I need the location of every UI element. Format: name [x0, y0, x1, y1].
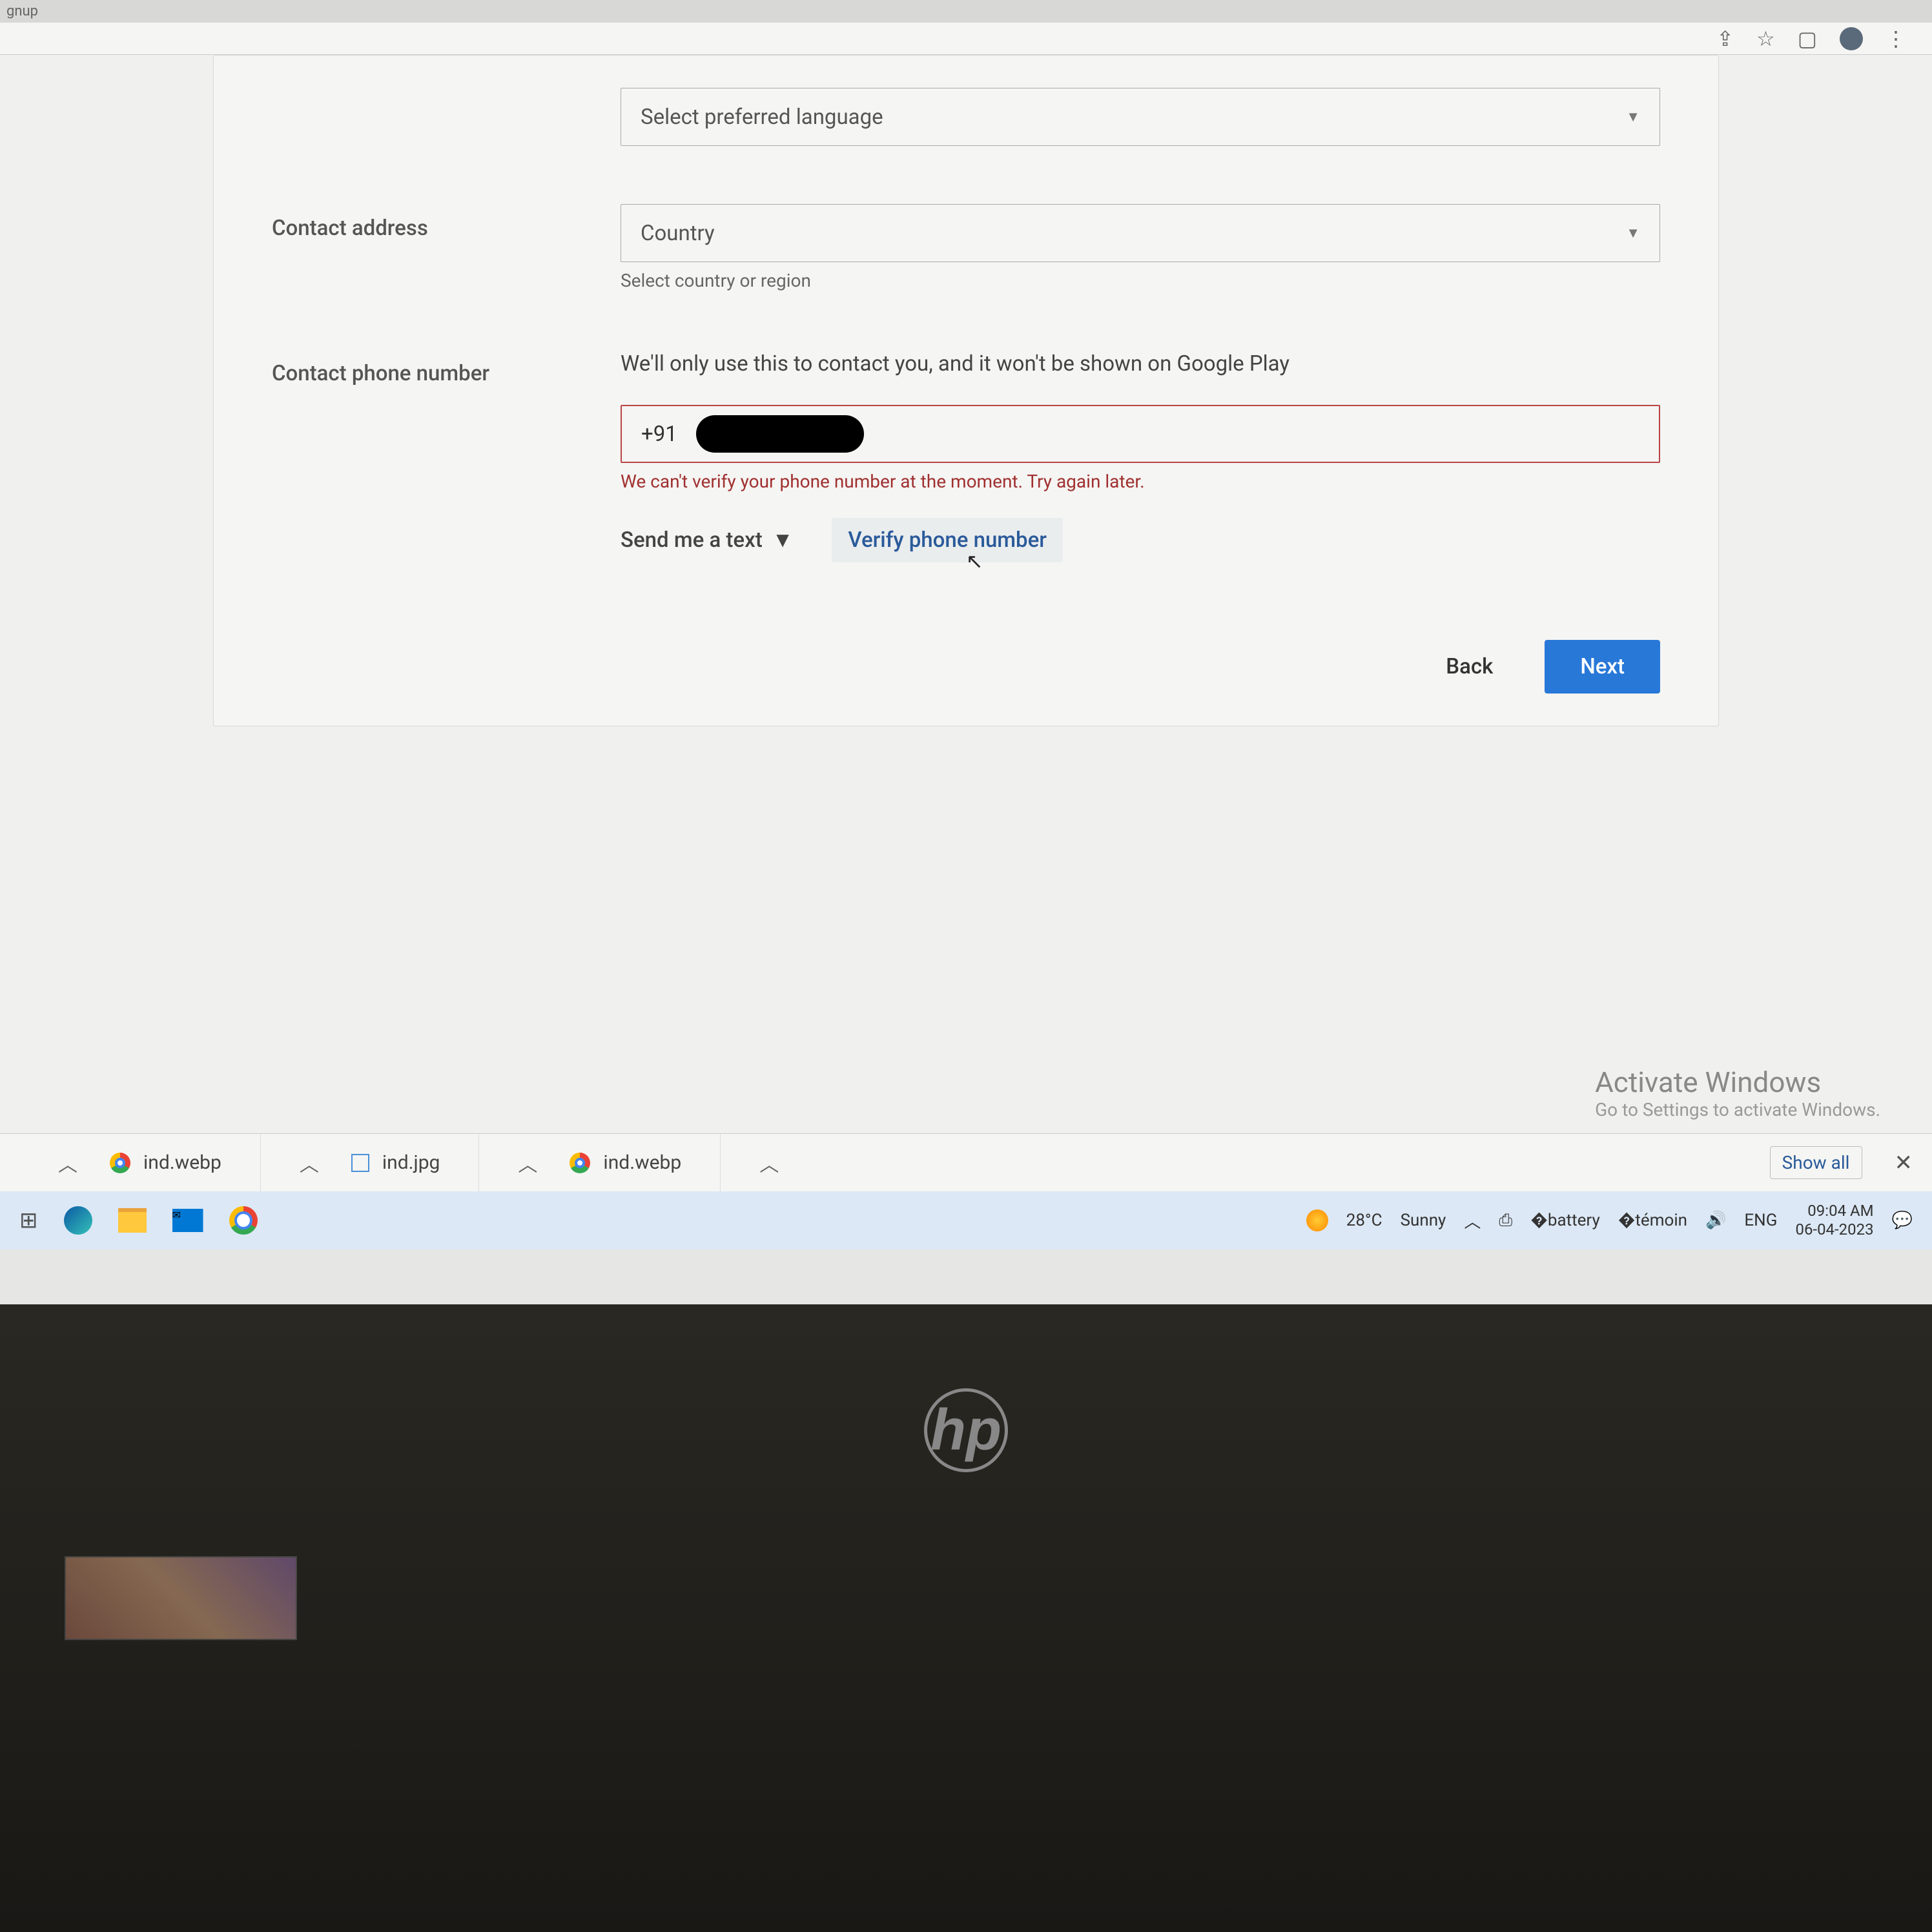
windows-watermark: Activate Windows Go to Settings to activ… [1595, 1065, 1880, 1120]
language-row: Select preferred language ▼ [272, 88, 1660, 146]
taskbar-right: 28°C Sunny ︿ ⎙ �battery �témoin 🔊 ENG 09… [1306, 1202, 1913, 1239]
share-icon[interactable]: ⇪ [1716, 26, 1734, 51]
phone-error: We can't verify your phone number at the… [621, 471, 1660, 492]
verify-row: Send me a text ▼ Verify phone number ↖ [621, 518, 1660, 562]
phone-value: +91 [641, 422, 677, 447]
caret-down-icon: ▼ [1626, 108, 1640, 125]
language-indicator[interactable]: ENG [1744, 1211, 1777, 1230]
download-chevron[interactable]: ︿ [721, 1134, 837, 1191]
volume-icon[interactable]: 🔊 [1705, 1211, 1726, 1230]
battery-icon[interactable]: �battery [1530, 1211, 1600, 1230]
language-placeholder: Select preferred language [641, 105, 883, 130]
send-method-dropdown[interactable]: Send me a text ▼ [621, 528, 793, 553]
chevron-up-icon[interactable]: ︿ [518, 1149, 557, 1177]
phone-input[interactable]: +91 [621, 405, 1660, 463]
tab-fragment: gnup [6, 3, 38, 19]
redacted-number [696, 415, 864, 453]
verify-phone-button[interactable]: Verify phone number ↖ [832, 518, 1063, 562]
next-button[interactable]: Next [1545, 640, 1660, 694]
download-item[interactable]: ︿ ind.webp [19, 1134, 261, 1191]
laptop-bezel: hp [0, 1304, 1932, 1932]
browser-toolbar: ⇪ ☆ ▢ ⋮ [0, 23, 1932, 55]
phone-label: Contact phone number [272, 349, 621, 562]
weather-icon [1306, 1209, 1328, 1231]
notifications-icon[interactable]: 💬 [1892, 1211, 1913, 1230]
language-select[interactable]: Select preferred language ▼ [621, 88, 1660, 146]
weather-cond[interactable]: Sunny [1401, 1211, 1446, 1230]
signup-card: Select preferred language ▼ Contact addr… [213, 55, 1719, 726]
watermark-title: Activate Windows [1595, 1065, 1880, 1099]
page-content: Select preferred language ▼ Contact addr… [0, 55, 1932, 1133]
download-filename: ind.webp [603, 1151, 681, 1174]
caret-down-icon: ▼ [1626, 225, 1640, 242]
chrome-icon[interactable] [229, 1206, 258, 1235]
verify-label: Verify phone number [848, 528, 1047, 553]
chrome-icon [110, 1153, 130, 1173]
date: 06-04-2023 [1795, 1220, 1873, 1239]
close-icon[interactable]: ✕ [1895, 1150, 1913, 1176]
browser-tab-strip: gnup [0, 0, 1932, 23]
download-item[interactable]: ︿ ind.jpg [261, 1134, 480, 1191]
laptop-sticker [65, 1556, 297, 1640]
show-all-button[interactable]: Show all [1770, 1146, 1862, 1179]
chevron-up-icon[interactable]: ︿ [300, 1149, 338, 1177]
menu-icon[interactable]: ⋮ [1886, 26, 1906, 51]
send-method-label: Send me a text [621, 528, 763, 553]
country-select[interactable]: Country ▼ [621, 204, 1660, 262]
wifi-icon[interactable]: �témoin [1618, 1211, 1687, 1230]
screen: gnup ⇪ ☆ ▢ ⋮ Select preferred language ▼… [0, 0, 1932, 1304]
clock[interactable]: 09:04 AM 06-04-2023 [1795, 1202, 1873, 1239]
camera-icon[interactable]: ⎙ [1499, 1211, 1512, 1231]
chevron-up-icon[interactable]: ︿ [58, 1149, 97, 1177]
chrome-icon [570, 1153, 590, 1173]
panel-icon[interactable]: ▢ [1798, 26, 1817, 51]
chevron-up-icon: ︿ [759, 1149, 798, 1177]
button-row: Back Next [272, 640, 1660, 694]
watermark-subtitle: Go to Settings to activate Windows. [1595, 1099, 1880, 1120]
star-icon[interactable]: ☆ [1756, 26, 1775, 51]
phone-row: Contact phone number We'll only use this… [272, 349, 1660, 562]
chevron-up-icon[interactable]: ︿ [1464, 1209, 1481, 1233]
taskbar-left: ⊞ ✉ [19, 1206, 258, 1235]
empty-label [272, 88, 621, 146]
profile-avatar[interactable] [1840, 27, 1863, 50]
cursor-icon: ↖ [966, 549, 983, 573]
file-explorer-icon[interactable] [118, 1208, 147, 1233]
download-filename: ind.jpg [382, 1151, 440, 1174]
mail-icon[interactable]: ✉ [172, 1209, 203, 1232]
download-filename: ind.webp [143, 1151, 221, 1174]
back-button[interactable]: Back [1420, 640, 1519, 694]
phone-description: We'll only use this to contact you, and … [621, 349, 1660, 379]
task-view-icon[interactable]: ⊞ [19, 1208, 38, 1233]
address-label: Contact address [272, 204, 621, 291]
downloads-bar: ︿ ind.webp ︿ ind.jpg ︿ ind.webp ︿ Show a… [0, 1133, 1932, 1191]
edge-icon[interactable] [64, 1206, 92, 1235]
weather-temp[interactable]: 28°C [1346, 1211, 1382, 1230]
image-icon [351, 1154, 369, 1172]
caret-down-icon: ▼ [772, 528, 794, 553]
country-helper: Select country or region [621, 270, 1660, 291]
time: 09:04 AM [1795, 1202, 1873, 1220]
address-row: Contact address Country ▼ Select country… [272, 204, 1660, 291]
hp-logo: hp [924, 1388, 1008, 1472]
taskbar: ⊞ ✉ 28°C Sunny ︿ ⎙ �battery �témoin 🔊 EN… [0, 1191, 1932, 1249]
country-placeholder: Country [641, 221, 715, 246]
download-item[interactable]: ︿ ind.webp [479, 1134, 721, 1191]
